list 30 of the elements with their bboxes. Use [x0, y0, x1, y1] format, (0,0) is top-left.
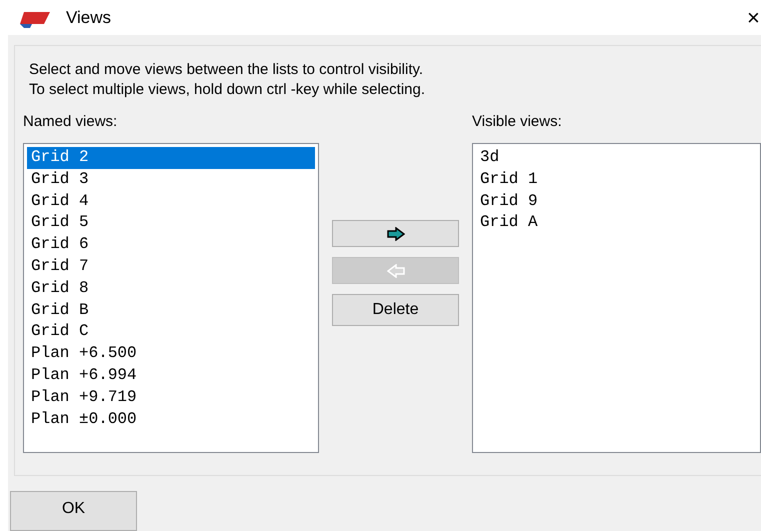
instruction-text: To select multiple views, hold down ctrl -key while selecting. — [29, 80, 426, 100]
move-right-button[interactable] — [332, 220, 459, 247]
list-box[interactable]: 3d Grid 1 Grid 9 Grid A — [472, 143, 761, 453]
list-item[interactable]: Grid 5 — [27, 212, 315, 234]
list-item[interactable]: Grid A — [476, 212, 757, 234]
list-item[interactable]: Grid 3 — [27, 168, 315, 191]
right-arrow-icon — [386, 226, 404, 240]
list-item[interactable]: Plan +6.500 — [27, 343, 315, 365]
list-item[interactable]: Grid 4 — [27, 190, 315, 212]
list-item[interactable]: Grid 7 — [27, 256, 315, 278]
named-views-label: Named views: — [23, 113, 118, 131]
list-item[interactable]: Grid 2 — [27, 147, 315, 169]
list-item[interactable]: Grid 1 — [476, 168, 757, 191]
list-box[interactable]: Grid 2 Grid 3 Grid 4 Grid 5 Grid 6 Grid 7 Grid 8 Grid B Grid C Plan +6.500 Plan +6.994 Plan +9.719 Plan ±0.000 — [23, 143, 319, 453]
list-item[interactable]: Grid B — [27, 300, 315, 322]
list-item[interactable]: Grid C — [27, 321, 315, 344]
instruction-text: Select and move views between the lists to control visibility. — [29, 60, 424, 80]
list-item[interactable]: Plan +6.994 — [27, 364, 315, 387]
list-item[interactable]: Grid 9 — [476, 190, 757, 212]
list-item[interactable]: Grid 6 — [27, 234, 315, 256]
delete-button[interactable]: Delete — [332, 294, 459, 326]
window-title: Views — [66, 6, 112, 29]
list-item[interactable]: Grid 8 — [27, 278, 315, 300]
left-arrow-icon — [386, 264, 404, 278]
ok-button[interactable]: OK — [10, 491, 137, 531]
list-item[interactable]: Plan +9.719 — [27, 386, 315, 409]
close-button[interactable]: × — [747, 6, 761, 28]
list-item[interactable]: Plan ±0.000 — [27, 408, 315, 430]
list-item[interactable]: 3d — [476, 147, 757, 169]
visible-views-label: Visible views: — [472, 113, 563, 131]
